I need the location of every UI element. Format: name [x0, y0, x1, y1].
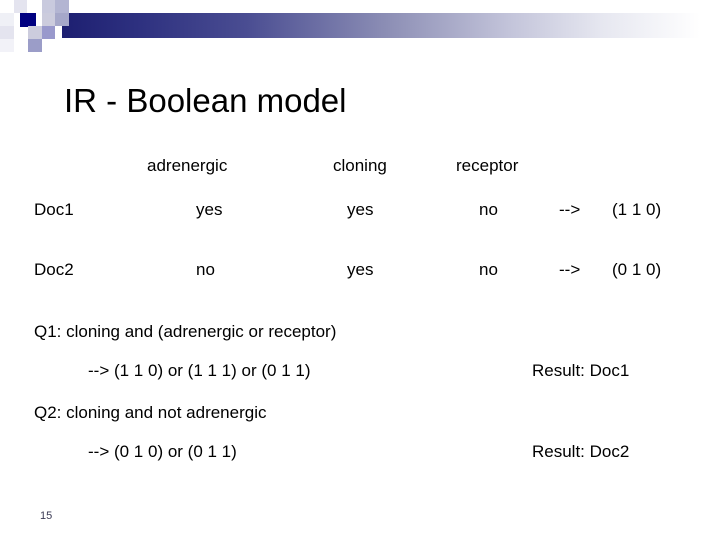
arrow-glyph: --> [559, 260, 581, 279]
cell-term-1: yes [347, 260, 374, 279]
table-row: Doc2 no yes no --> (0 1 0) [0, 260, 720, 320]
deco-square [42, 0, 55, 13]
row-label-doc: Doc1 [34, 200, 74, 219]
deco-square [55, 13, 69, 26]
deco-square [14, 0, 27, 13]
query-expansion-text: --> (0 1 0) or (0 1 1) [88, 442, 237, 461]
query-1-statement: Q1: cloning and (adrenergic or receptor) [0, 322, 720, 361]
header-gradient-bar [62, 13, 720, 38]
slide-decoration [0, 0, 720, 52]
cell-binary-vector: (0 1 0) [612, 260, 662, 279]
query-result-label: Result: Doc2 [532, 442, 630, 461]
query-result-label: Result: Doc1 [532, 361, 630, 380]
cell-term-0: no [196, 260, 215, 279]
matrix-header-row: adrenergic cloning receptor [0, 156, 720, 200]
deco-square [0, 26, 14, 39]
deco-square [0, 39, 14, 52]
deco-square [0, 13, 14, 26]
query-2-statement: Q2: cloning and not adrenergic [0, 403, 720, 442]
deco-square [20, 13, 36, 27]
query-block: Q1: cloning and (adrenergic or receptor)… [0, 322, 720, 484]
slide-number: 15 [40, 510, 53, 522]
query-1-expansion: --> (1 1 0) or (1 1 1) or (0 1 1) Result… [0, 361, 720, 403]
query-2-expansion: --> (0 1 0) or (0 1 1) Result: Doc2 [0, 442, 720, 484]
column-header-term-1: cloning [333, 156, 387, 175]
deco-square [28, 26, 42, 39]
column-header-term-2: receptor [456, 156, 519, 175]
deco-square [42, 13, 55, 26]
column-header-term-0: adrenergic [147, 156, 228, 175]
cell-binary-vector: (1 1 0) [612, 200, 662, 219]
term-document-matrix: adrenergic cloning receptor Doc1 yes yes… [0, 156, 720, 320]
query-expansion-text: --> (1 1 0) or (1 1 1) or (0 1 1) [88, 361, 311, 380]
deco-square [28, 39, 42, 52]
table-row: Doc1 yes yes no --> (1 1 0) [0, 200, 720, 260]
cell-term-0: yes [196, 200, 223, 219]
arrow-glyph: --> [559, 200, 581, 219]
cell-term-1: yes [347, 200, 374, 219]
query-text: Q2: cloning and not adrenergic [34, 403, 267, 422]
deco-square [42, 26, 55, 39]
cell-term-2: no [479, 200, 498, 219]
cell-term-2: no [479, 260, 498, 279]
deco-square [55, 0, 69, 13]
page-title: IR - Boolean model [64, 82, 347, 119]
row-label-doc: Doc2 [34, 260, 74, 279]
query-text: Q1: cloning and (adrenergic or receptor) [34, 322, 337, 341]
